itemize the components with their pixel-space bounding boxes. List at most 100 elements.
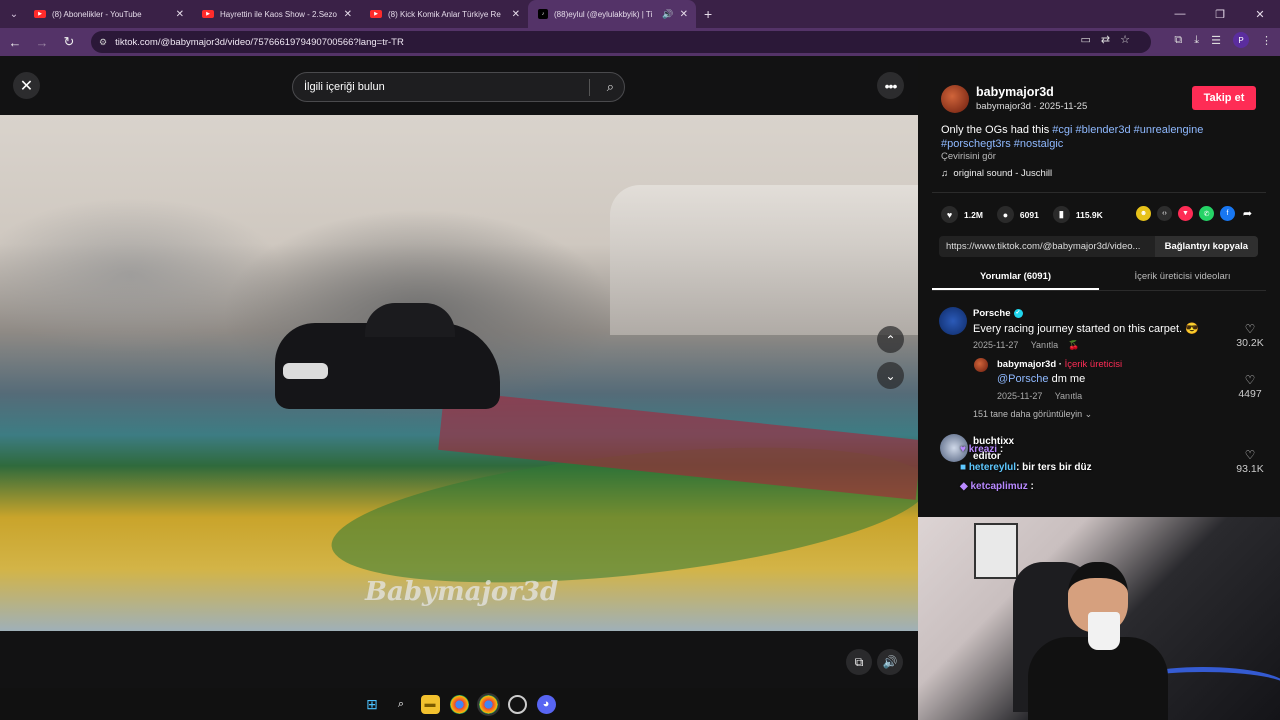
site-info-icon[interactable]: ⚙ [99, 37, 107, 48]
chat-username: hetereylul [968, 462, 1017, 473]
comment-date: 2025-11-27 [973, 340, 1019, 350]
close-tab-icon[interactable]: ✕ [344, 9, 352, 20]
share-arrow-icon[interactable]: ➦ [1240, 206, 1255, 221]
reading-list-icon[interactable]: ☰ [1211, 34, 1221, 47]
comment-text: @Porsche dm me [997, 373, 1085, 385]
navigation-bar: ← → ↻ ⚙ tiktok.com/@babymajor3d/video/75… [0, 28, 1280, 56]
menu-kebab-icon[interactable]: ⋮ [1261, 34, 1272, 47]
youtube-icon: ▶ [202, 10, 214, 18]
video-frame[interactable]: Babymajor3d [0, 115, 918, 631]
comment-author[interactable]: babymajor3d · İçerik üreticisi [997, 359, 1122, 370]
comment-author-name: babymajor3d [997, 359, 1057, 370]
close-window-icon[interactable]: ✕ [1240, 8, 1280, 21]
volume-button[interactable]: 🔊 [877, 649, 903, 675]
download-icon[interactable]: ⤓ [1194, 34, 1199, 47]
tab-comments[interactable]: Yorumlar (6091) [932, 266, 1099, 290]
bookmark-star-icon[interactable]: ☆ [1120, 33, 1130, 46]
cast-icon[interactable]: ▭ [1081, 33, 1091, 46]
audio-playing-icon[interactable]: 🔊 [662, 9, 673, 20]
comment-like-count: 4497 [1238, 388, 1262, 400]
minimize-icon[interactable]: — [1160, 8, 1200, 20]
previous-video-button[interactable]: ⌃ [877, 326, 904, 353]
comment-like-button[interactable]: ♡ 4497 [1230, 374, 1270, 400]
url-text: tiktok.com/@babymajor3d/video/7576661979… [115, 36, 404, 48]
browser-tab-4[interactable]: ♪ (88)eylul (@eylulakbyik) | Ti 🔊 ✕ [528, 0, 696, 28]
post-username[interactable]: babymajor3d [976, 85, 1054, 99]
restore-icon[interactable]: ❐ [1200, 8, 1240, 21]
chrome-icon[interactable] [449, 694, 469, 714]
follow-button[interactable]: Takip et [1192, 86, 1256, 110]
close-tab-icon[interactable]: ✕ [680, 9, 688, 20]
back-icon[interactable]: ← [3, 35, 27, 50]
tiktok-icon: ♪ [538, 9, 548, 19]
close-tab-icon[interactable]: ✕ [176, 9, 184, 20]
browser-tab-2[interactable]: ▶ Hayrettin ile Kaos Show - 2.Sezo ✕ [192, 0, 360, 28]
browser-tab-3[interactable]: ▶ (8) Kick Komik Anlar Türkiye Re ✕ [360, 0, 528, 28]
wall-poster [974, 523, 1018, 579]
comment-like-button[interactable]: ♡ 30.2K [1230, 323, 1270, 349]
mention-link[interactable]: @Porsche [997, 373, 1049, 385]
friends-share-icon[interactable]: ☻ [1136, 206, 1151, 221]
profile-avatar[interactable]: P [1233, 32, 1249, 48]
chat-badge-icon: ◆ [960, 481, 968, 492]
chat-username: editor [973, 451, 1001, 462]
sound-link[interactable]: ♫ original sound - Juschill [941, 168, 1052, 179]
avatar[interactable] [941, 85, 969, 113]
next-video-button[interactable]: ⌄ [877, 362, 904, 389]
close-tab-icon[interactable]: ✕ [512, 9, 520, 20]
search-divider [589, 79, 590, 96]
extensions-icon[interactable]: ⧉ [1174, 34, 1182, 47]
video-car-shape [275, 303, 500, 409]
engagement-stats: ♥ 1.2M ● 6091 ▮ 115.9K [941, 206, 1103, 223]
translate-icon[interactable]: ⇄ [1101, 33, 1110, 46]
comment-like-button[interactable]: ♡ 93.1K [1230, 449, 1270, 475]
reply-link[interactable]: Yanıtla [1055, 391, 1082, 401]
comment-author[interactable]: Porsche ✓ [973, 308, 1023, 319]
chrome-icon[interactable] [476, 692, 500, 716]
bookmark-icon[interactable]: ▮ [1052, 206, 1070, 223]
discord-icon[interactable]: ◕ [536, 694, 556, 714]
youtube-icon: ▶ [370, 10, 382, 18]
chat-text: : bir ters bir düz [1016, 462, 1092, 473]
tab-strip: ⌄ ▶ (8) Abonelikler - YouTube ✕ ▶ Hayret… [0, 0, 1280, 28]
avatar[interactable] [974, 358, 988, 372]
send-icon[interactable]: ▼ [1178, 206, 1193, 221]
chat-badge-icon: ♥ [960, 444, 966, 455]
taskbar: ⊞ ⌕ ▬ ◕ [0, 688, 918, 720]
tab-search-button[interactable]: ⌄ [4, 4, 24, 24]
see-translation-link[interactable]: Çevirisini gör [941, 151, 996, 162]
search-icon[interactable]: ⌕ [392, 695, 411, 714]
facebook-icon[interactable]: f [1220, 206, 1235, 221]
comment-icon[interactable]: ● [996, 206, 1014, 223]
reload-icon[interactable]: ↻ [57, 34, 81, 50]
embed-icon[interactable]: ‹› [1157, 206, 1172, 221]
hashtag-links[interactable]: #cgi #blender3d #unrealengine [1052, 124, 1203, 136]
heart-icon[interactable]: ♥ [941, 206, 958, 223]
hashtag-links[interactable]: #porschegt3rs #nostalgic [941, 138, 1063, 150]
view-more-replies[interactable]: 151 tane daha görüntüleyin ⌄ [973, 409, 1092, 420]
new-tab-button[interactable]: + [704, 6, 712, 22]
forward-icon[interactable]: → [30, 35, 54, 50]
avatar[interactable] [939, 307, 967, 335]
reply-text: dm me [1048, 373, 1086, 385]
search-input[interactable]: İlgili içeriği bulun ⌕ [292, 72, 625, 102]
comment-like-count: 30.2K [1236, 337, 1264, 349]
chat-text: : [1027, 481, 1034, 492]
copy-link-button[interactable]: Bağlantıyı kopyala [1154, 236, 1258, 257]
reply-link[interactable]: Yanıtla [1031, 340, 1058, 350]
verified-icon: ✓ [1013, 308, 1023, 318]
close-video-button[interactable]: ✕ [13, 72, 40, 99]
whatsapp-icon[interactable]: ✆ [1199, 206, 1214, 221]
more-options-button[interactable]: ••• [877, 72, 904, 99]
tab-creator-videos[interactable]: İçerik üreticisi videoları [1099, 266, 1266, 290]
description-text: Only the OGs had this [941, 124, 1053, 136]
search-icon[interactable]: ⌕ [607, 79, 614, 95]
browser-tab-1[interactable]: ▶ (8) Abonelikler - YouTube ✕ [24, 0, 192, 28]
file-explorer-icon[interactable]: ▬ [420, 694, 440, 714]
tab-title: (8) Kick Komik Anlar Türkiye Re [388, 9, 501, 19]
floating-player-button[interactable]: ⧉ [846, 649, 872, 675]
post-link-field[interactable]: https://www.tiktok.com/@babymajor3d/vide… [939, 236, 1258, 257]
address-bar[interactable]: ⚙ tiktok.com/@babymajor3d/video/75766619… [91, 31, 1151, 53]
app-icon[interactable] [507, 694, 527, 714]
windows-start-icon[interactable]: ⊞ [363, 695, 382, 714]
